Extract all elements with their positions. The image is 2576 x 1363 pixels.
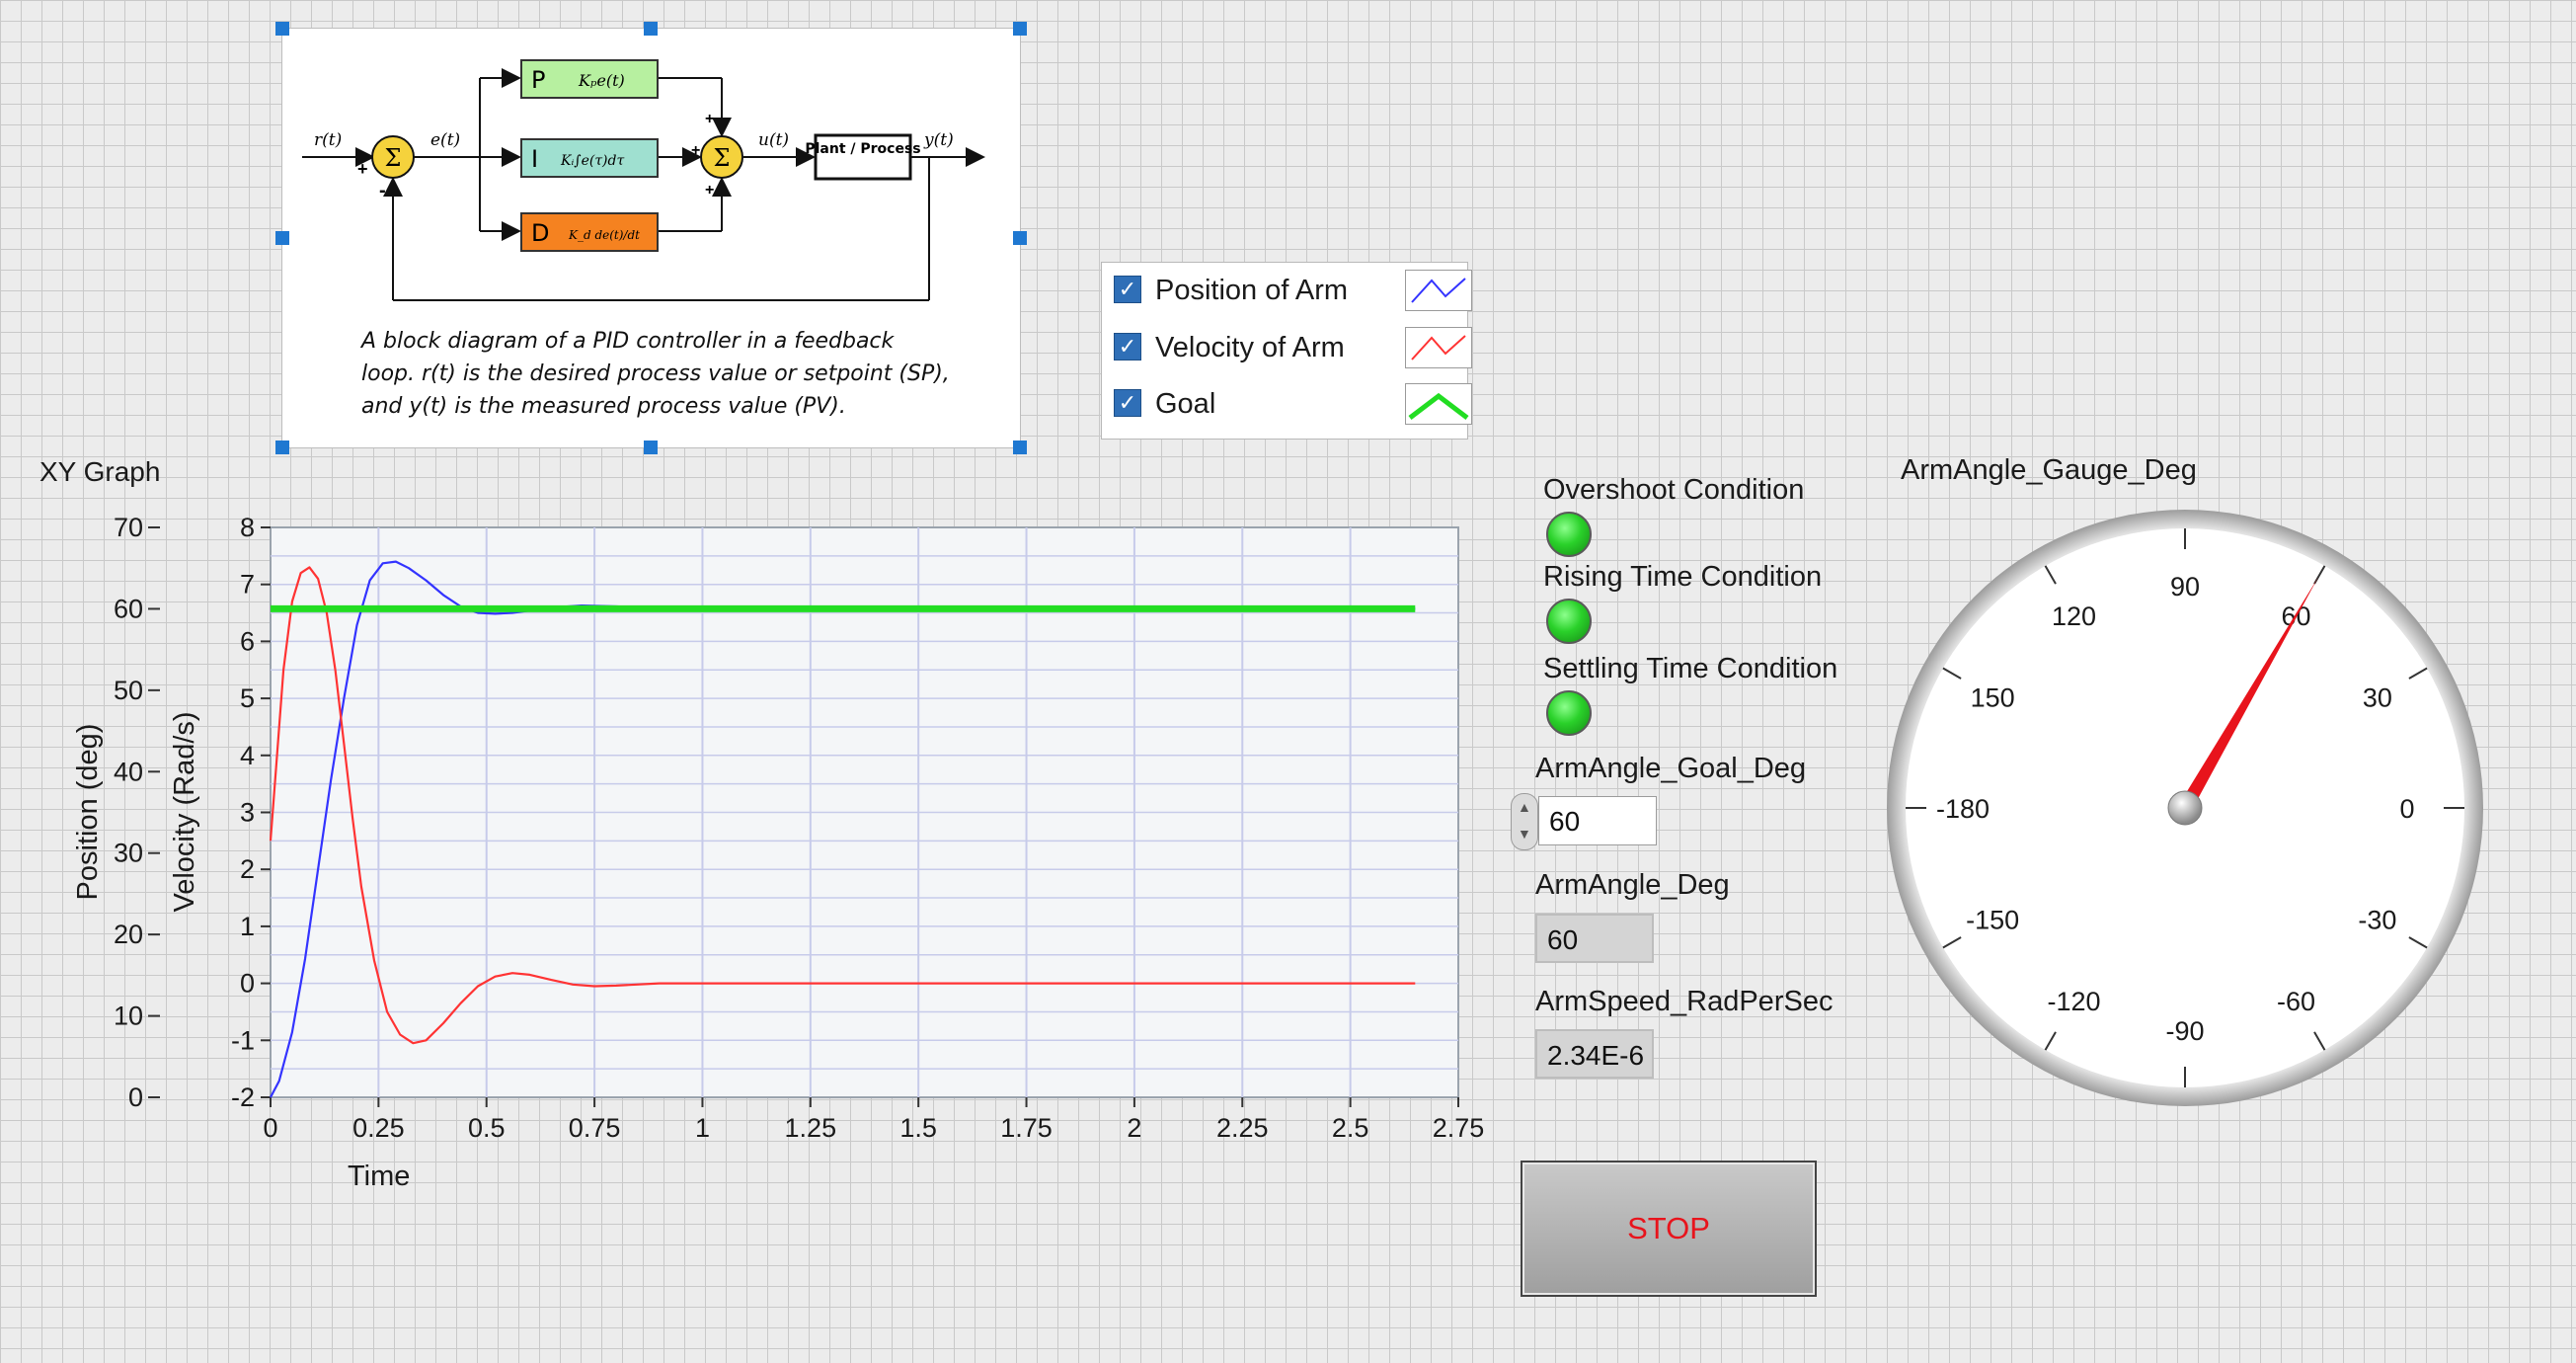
x-tick-label: 0 [263, 1113, 277, 1143]
x-tick-label: 0.75 [569, 1113, 621, 1143]
arm-speed-indicator: 2.34E-6 [1535, 1029, 1654, 1079]
x-tick-label: 2 [1127, 1113, 1141, 1143]
velocity-tick-label: -2 [231, 1082, 255, 1112]
arm-angle-label: ArmAngle_Deg [1535, 869, 1730, 901]
gauge-ticks [1906, 528, 2464, 1087]
velocity-tick-label: 8 [240, 513, 255, 542]
gauge-label: -120 [2047, 987, 2100, 1016]
arm-angle-indicator: 60 [1535, 914, 1654, 963]
velocity-tick-label: 3 [240, 798, 255, 828]
gauge-tick [2044, 565, 2057, 585]
gauge-label: -30 [2358, 906, 2396, 935]
gauge-tick [2313, 1031, 2326, 1051]
position-tick-label: 30 [114, 839, 143, 868]
position-tick-label: 20 [114, 920, 143, 949]
x-tick-label: 2.5 [1332, 1113, 1369, 1143]
x-tick-label: 0.5 [468, 1113, 506, 1143]
position-tick-label: 0 [128, 1082, 143, 1112]
xy-graph[interactable]: 0 0.25 0.5 0.75 1 1.25 1.5 1.75 2 2.25 2.5 2.75 -2 -1… [0, 0, 1501, 1215]
rising-time-condition-label: Rising Time Condition [1543, 561, 1823, 593]
gauge-title: ArmAngle_Gauge_Deg [1901, 454, 2197, 486]
velocity-tick-label: 0 [240, 969, 255, 999]
gauge-tick [2408, 667, 2428, 680]
velocity-tick-label: 2 [240, 854, 255, 884]
x-tick-label: 1.75 [1000, 1113, 1053, 1143]
velocity-tick-label: 4 [240, 741, 255, 770]
velocity-tick-label: 7 [240, 570, 255, 600]
gauge-face[interactable] [1906, 528, 2464, 1087]
arm-angle-goal-input[interactable]: 60 [1538, 796, 1657, 845]
gauge-labels: 90 120 60 150 30 -180 0 -150 -30 -120 -60 -90 [1936, 572, 2415, 1046]
x-tick-label: 2.75 [1433, 1113, 1485, 1143]
position-tick-label: 50 [114, 676, 143, 705]
x-axis-label: Time [348, 1161, 410, 1192]
gauge-tick [2044, 1031, 2057, 1051]
x-tick-label: 2.25 [1216, 1113, 1269, 1143]
gauge-label: -150 [1966, 906, 2019, 935]
gauge-label: -90 [2165, 1016, 2204, 1046]
overshoot-condition-label: Overshoot Condition [1543, 474, 1805, 506]
gauge-tick [1942, 667, 1962, 680]
gauge-label: 60 [2281, 601, 2310, 631]
velocity-tick-label: -1 [231, 1025, 255, 1055]
gauge-needle [2178, 577, 2318, 812]
gauge-tick [2408, 936, 2428, 949]
increment-arrow-icon[interactable]: ▲ [1518, 799, 1531, 815]
position-tick-label: 40 [114, 757, 143, 786]
arm-angle-goal-label: ArmAngle_Goal_Deg [1535, 753, 1807, 784]
x-tick-label: 1.5 [899, 1113, 937, 1143]
gauge-label: -60 [2277, 987, 2315, 1016]
y-axis-label-position: Position (deg) [72, 724, 104, 901]
position-tick-label: 10 [114, 1002, 143, 1031]
stop-button[interactable]: STOP [1521, 1161, 1817, 1297]
x-tick-label: 0.25 [352, 1113, 405, 1143]
goal-increment-decrement[interactable]: ▲ ▼ [1511, 793, 1538, 850]
gauge-label: 30 [2363, 683, 2392, 713]
gauge-label: -180 [1936, 794, 1990, 824]
position-tick-label: 60 [114, 594, 143, 623]
gauge-label: 90 [2170, 572, 2200, 601]
velocity-tick-label: 1 [240, 912, 255, 941]
arm-speed-label: ArmSpeed_RadPerSec [1535, 986, 1834, 1017]
gauge-hub [2167, 790, 2203, 826]
velocity-tick-label: 5 [240, 683, 255, 713]
gauge-label: 150 [1971, 683, 2015, 713]
gauge-label: 0 [2399, 794, 2414, 824]
gauge-tick [2313, 565, 2326, 585]
position-tick-label: 70 [114, 513, 143, 542]
grid [271, 527, 1458, 1097]
rising-time-condition-led[interactable] [1546, 599, 1592, 644]
y-axis-label-velocity: Velocity (Rad/s) [169, 711, 200, 912]
gauge-tick [1942, 936, 1962, 949]
gauge-label: 120 [2052, 601, 2096, 631]
x-tick-label: 1.25 [785, 1113, 837, 1143]
velocity-tick-label: 6 [240, 626, 255, 656]
x-tick-label: 1 [695, 1113, 710, 1143]
settling-time-condition-label: Settling Time Condition [1543, 653, 1838, 684]
settling-time-condition-led[interactable] [1546, 690, 1592, 736]
gauge-bezel [1887, 510, 2483, 1106]
overshoot-condition-led[interactable] [1546, 512, 1592, 557]
decrement-arrow-icon[interactable]: ▼ [1518, 826, 1531, 842]
